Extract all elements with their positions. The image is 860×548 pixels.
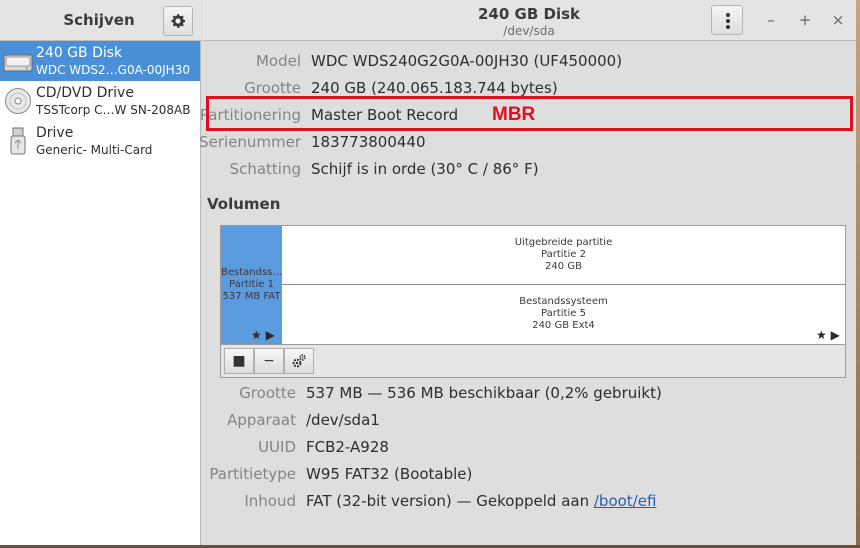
drive-name: CD/DVD Drive xyxy=(36,85,134,101)
volumes-heading: Volumen xyxy=(207,195,281,213)
assessment-label: Schatting xyxy=(229,160,301,178)
contents-text: FAT (32-bit version) — Gekoppeld aan xyxy=(306,492,594,510)
delete-partition-button[interactable]: − xyxy=(254,348,284,374)
partition-5-block[interactable]: Bestandssysteem Partitie 5 240 GB Ext4 ★… xyxy=(282,285,845,344)
drive-item-card-reader[interactable]: Drive Generic- Multi-Card xyxy=(0,121,200,161)
model-label: Model xyxy=(255,52,301,70)
partition-1-fs: Bestandss… xyxy=(221,267,283,278)
drive-item-cd-dvd[interactable]: CD/DVD Drive TSSTcorp C…W SN-208AB xyxy=(0,81,200,121)
partition-type-label: Partitietype xyxy=(209,465,296,483)
drive-model: WDC WDS2…G0A-00JH30 xyxy=(36,63,190,77)
disk-menu-button[interactable] xyxy=(711,5,743,35)
mounted-flag-icon: ★ ▶ xyxy=(816,328,840,342)
volume-toolbar: ■ − xyxy=(220,345,846,378)
uuid-value: FCB2-A928 xyxy=(306,438,389,456)
drives-sidebar: Schijven 240 GB Disk WDC WDS2…G0A-00JH30… xyxy=(0,0,201,545)
drive-name: Drive xyxy=(36,125,74,141)
uuid-label: UUID xyxy=(258,438,296,456)
disk-title: 240 GB Disk xyxy=(478,5,580,23)
drive-name: 240 GB Disk xyxy=(36,45,123,61)
minus-icon: − xyxy=(263,353,275,369)
partition-1-block[interactable]: Bestandss… Partitie 1 537 MB FAT ★ ▶ xyxy=(221,226,282,344)
size-label: Grootte xyxy=(244,79,301,97)
mbr-annotation: MBR xyxy=(492,104,536,125)
settings-button[interactable] xyxy=(163,6,193,36)
disk-details-panel: Model WDC WDS240G2G0A-00JH30 (UF450000) … xyxy=(199,42,856,545)
device-value: /dev/sda1 xyxy=(306,411,380,429)
partition-5-size: 240 GB Ext4 xyxy=(532,320,595,331)
device-label: Apparaat xyxy=(227,411,296,429)
maximize-button[interactable]: + xyxy=(798,11,812,29)
drive-model: TSSTcorp C…W SN-208AB xyxy=(36,103,191,117)
disk-header-bar: 240 GB Disk /dev/sda – + × xyxy=(202,0,856,41)
extended-partition-block[interactable]: Uitgebreide partitie Partitie 2 240 GB xyxy=(282,226,845,285)
serial-label: Serienummer xyxy=(199,133,301,151)
mount-point-link[interactable]: /boot/efi xyxy=(594,492,657,510)
drive-item-240gb-disk[interactable]: 240 GB Disk WDC WDS2…G0A-00JH30 xyxy=(0,41,200,81)
close-button[interactable]: × xyxy=(831,11,845,29)
serial-value: 183773800440 xyxy=(311,133,426,151)
size-value: 240 GB (240.065.183.744 bytes) xyxy=(311,79,558,97)
mounted-flag-icon: ★ ▶ xyxy=(251,328,275,342)
partition-5-name: Partitie 5 xyxy=(541,308,586,319)
partition-options-button[interactable] xyxy=(284,348,314,374)
disk-device-path: /dev/sda xyxy=(503,24,555,38)
usb-drive-icon xyxy=(10,127,26,155)
drive-model: Generic- Multi-Card xyxy=(36,143,153,157)
minimize-button[interactable]: – xyxy=(764,11,778,29)
sidebar-header: Schijven xyxy=(0,0,201,41)
partition-5-fs: Bestandssysteem xyxy=(519,296,608,307)
model-value: WDC WDS240G2G0A-00JH30 (UF450000) xyxy=(311,52,623,70)
optical-disc-icon xyxy=(5,88,31,114)
stop-icon: ■ xyxy=(232,353,246,369)
extended-partition-name: Partitie 2 xyxy=(541,249,586,260)
partition-1-name: Partitie 1 xyxy=(229,279,274,290)
unmount-button[interactable]: ■ xyxy=(224,348,254,374)
contents-label: Inhoud xyxy=(244,492,296,510)
contents-value: FAT (32-bit version) — Gekoppeld aan /bo… xyxy=(306,492,656,510)
gear-icon xyxy=(171,14,186,28)
assessment-value: Schijf is in orde (30° C / 86° F) xyxy=(311,160,539,178)
hard-disk-icon xyxy=(3,54,33,72)
volume-map: Bestandss… Partitie 1 537 MB FAT ★ ▶ Uit… xyxy=(220,225,846,345)
desktop-background xyxy=(856,0,860,548)
extended-partition-title: Uitgebreide partitie xyxy=(514,237,613,248)
partition-1-size: 537 MB FAT xyxy=(222,291,281,302)
partition-type-value: W95 FAT32 (Bootable) xyxy=(306,465,473,483)
gears-icon xyxy=(292,354,306,368)
volume-size-label: Grootte xyxy=(239,384,296,402)
extended-partition-size: 240 GB xyxy=(545,261,582,272)
volume-size-value: 537 MB — 536 MB beschikbaar (0,2% gebrui… xyxy=(306,384,662,402)
